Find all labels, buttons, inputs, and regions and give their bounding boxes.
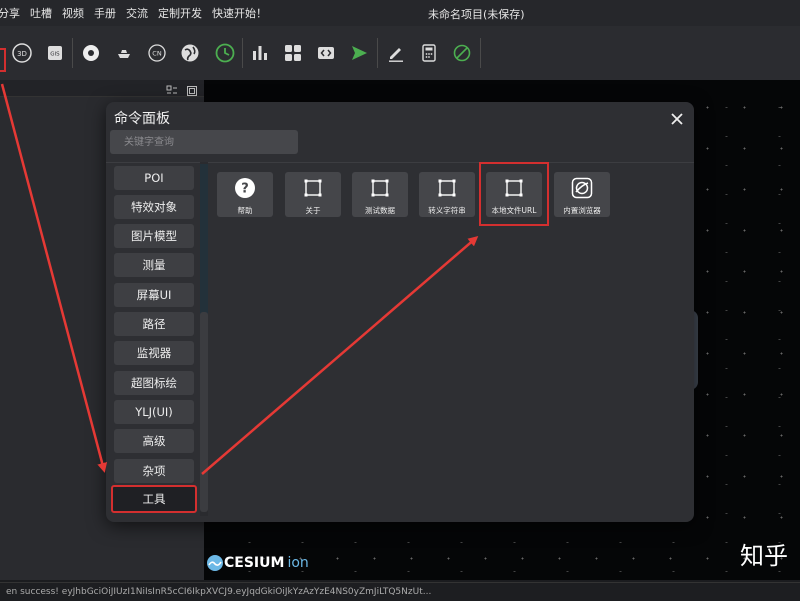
bar-chart-icon[interactable] bbox=[247, 40, 273, 66]
layout-icon[interactable] bbox=[166, 82, 178, 101]
status-text: en success! eyJhbGciOiJIUzI1NiIsInR5cCI6… bbox=[6, 587, 432, 597]
cesium-logo-suffix: ion bbox=[287, 555, 309, 571]
tool-test-data[interactable]: 测试数据 bbox=[352, 172, 408, 217]
menu-item-manual[interactable]: 手册 bbox=[94, 5, 116, 21]
menu-item-custom-dev[interactable]: 定制开发 bbox=[158, 5, 202, 21]
toolbar-separator bbox=[480, 38, 481, 68]
command-panel-dialog: 命令面板 POI 特效对象 图片模型 测量 屏幕UI 路径 监视器 超图标绘 Y… bbox=[106, 102, 694, 522]
tool-highlight-box bbox=[479, 162, 549, 226]
frame-icon bbox=[371, 179, 389, 197]
category-effects[interactable]: 特效对象 bbox=[114, 195, 194, 219]
category-list: POI 特效对象 图片模型 测量 屏幕UI 路径 监视器 超图标绘 YLJ(UI… bbox=[110, 162, 202, 516]
cesium-logo-icon bbox=[207, 555, 223, 571]
category-image-model[interactable]: 图片模型 bbox=[114, 224, 194, 248]
tool-help[interactable]: ? 帮助 bbox=[217, 172, 273, 217]
toolbar-separator bbox=[377, 38, 378, 68]
scrollbar-track-accent bbox=[200, 164, 208, 314]
forbidden-icon[interactable] bbox=[449, 40, 475, 66]
toolbar-separator bbox=[72, 38, 73, 68]
window-icon[interactable] bbox=[186, 82, 198, 101]
3d-icon[interactable]: 3D bbox=[9, 40, 35, 66]
code-icon[interactable] bbox=[313, 40, 339, 66]
status-bar: en success! eyJhbGciOiJIUzI1NiIsInR5cCI6… bbox=[0, 582, 800, 601]
svg-text:GIS: GIS bbox=[50, 52, 60, 58]
globe-icon[interactable] bbox=[177, 40, 203, 66]
play-icon[interactable] bbox=[346, 40, 372, 66]
top-menu-bar: 分享 吐槽 视频 手册 交流 定制开发 快速开始！ 未命名项目(未保存) bbox=[0, 0, 800, 27]
tool-label: 内置浏览器 bbox=[563, 206, 601, 215]
dialog-title: 命令面板 bbox=[114, 111, 170, 127]
gis-icon[interactable]: GIS bbox=[42, 40, 68, 66]
menu-item-quick-start[interactable]: 快速开始！ bbox=[212, 5, 267, 21]
svg-text:3D: 3D bbox=[17, 50, 27, 58]
pen-icon[interactable] bbox=[383, 40, 409, 66]
frame-icon bbox=[304, 179, 322, 197]
help-icon: ? bbox=[235, 178, 255, 198]
clock-icon[interactable] bbox=[212, 40, 238, 66]
category-misc[interactable]: 杂项 bbox=[114, 459, 194, 483]
toolbar-highlight-box bbox=[0, 48, 6, 72]
menu-item-share[interactable]: 分享 bbox=[0, 5, 20, 21]
category-supermap-plot[interactable]: 超图标绘 bbox=[114, 371, 194, 395]
browser-icon bbox=[571, 177, 593, 199]
svg-text:CN: CN bbox=[152, 50, 162, 58]
category-scrollbar[interactable] bbox=[200, 162, 208, 516]
search-input[interactable] bbox=[110, 130, 298, 154]
close-icon[interactable] bbox=[668, 110, 686, 128]
zhihu-watermark: 知乎 bbox=[740, 542, 788, 570]
category-ylj-ui[interactable]: YLJ(UI) bbox=[114, 400, 194, 424]
toolbar: 3D GIS CN bbox=[0, 26, 800, 81]
tool-escape-string[interactable]: 转义字符串 bbox=[419, 172, 475, 217]
category-advanced[interactable]: 高级 bbox=[114, 429, 194, 453]
cn-icon[interactable]: CN bbox=[144, 40, 170, 66]
category-monitor[interactable]: 监视器 bbox=[114, 341, 194, 365]
category-poi[interactable]: POI bbox=[114, 166, 194, 190]
left-panel-header bbox=[0, 80, 204, 97]
disc-icon[interactable] bbox=[78, 40, 104, 66]
window-title: 未命名项目(未保存) bbox=[428, 8, 525, 21]
scrollbar-thumb[interactable] bbox=[200, 312, 208, 512]
tool-builtin-browser[interactable]: 内置浏览器 bbox=[554, 172, 610, 217]
toolbar-separator bbox=[242, 38, 243, 68]
frame-icon bbox=[438, 179, 456, 197]
cesium-ion-logo[interactable]: CESIUM ion bbox=[206, 554, 309, 572]
category-measure[interactable]: 测量 bbox=[114, 253, 194, 277]
menu-item-community[interactable]: 交流 bbox=[126, 5, 148, 21]
main-menu: 分享 吐槽 视频 手册 交流 定制开发 快速开始！ bbox=[0, 0, 277, 26]
widgets-icon[interactable] bbox=[280, 40, 306, 66]
tool-label: 测试数据 bbox=[365, 206, 395, 215]
menu-item-video[interactable]: 视频 bbox=[62, 5, 84, 21]
menu-item-feedback[interactable]: 吐槽 bbox=[30, 5, 52, 21]
boat-icon[interactable] bbox=[111, 40, 137, 66]
tool-label: 关于 bbox=[305, 206, 321, 215]
calculator-icon[interactable] bbox=[416, 40, 442, 66]
tool-label: 帮助 bbox=[237, 206, 253, 215]
tool-label: 转义字符串 bbox=[428, 206, 466, 215]
svg-text:?: ? bbox=[241, 182, 249, 197]
cesium-logo-text: CESIUM bbox=[224, 555, 285, 571]
category-path[interactable]: 路径 bbox=[114, 312, 194, 336]
category-tools[interactable]: 工具 bbox=[111, 485, 197, 513]
tool-about[interactable]: 关于 bbox=[285, 172, 341, 217]
category-screen-ui[interactable]: 屏幕UI bbox=[114, 283, 194, 307]
